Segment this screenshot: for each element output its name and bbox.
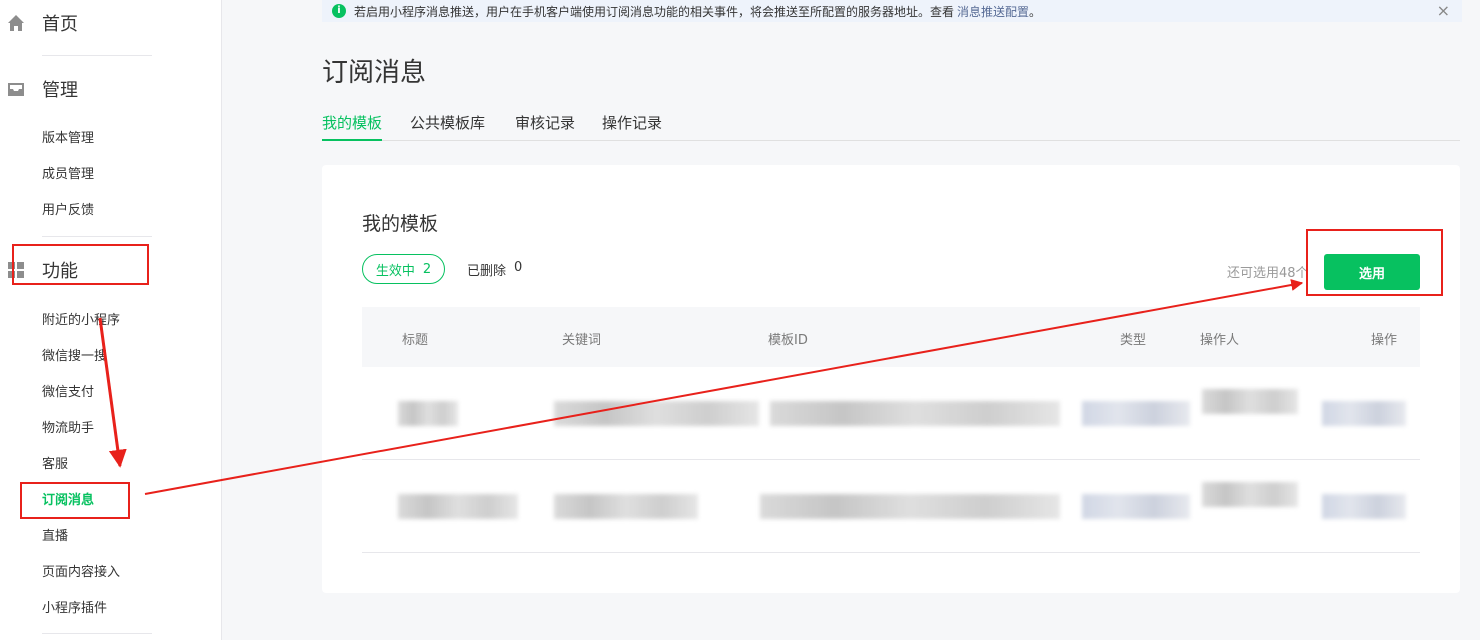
redacted-cell bbox=[1202, 389, 1298, 414]
sidebar-item-logistics[interactable]: 物流助手 bbox=[42, 419, 94, 439]
redacted-cell bbox=[554, 401, 759, 426]
filter-active-count: 2 bbox=[422, 261, 432, 277]
grid-icon bbox=[8, 262, 24, 278]
filter-deleted-label: 已删除 bbox=[467, 264, 507, 279]
divider bbox=[42, 55, 152, 56]
page-title: 订阅消息 bbox=[322, 58, 427, 88]
filter-active-label: 生效中 bbox=[375, 263, 415, 279]
table-row bbox=[362, 367, 1420, 460]
sidebar-item-nearby[interactable]: 附近的小程序 bbox=[42, 311, 120, 331]
sidebar-item-service[interactable]: 客服 bbox=[42, 455, 68, 475]
nav-manage[interactable]: 管理 bbox=[0, 67, 222, 111]
sidebar-item-feedback[interactable]: 用户反馈 bbox=[42, 201, 94, 221]
sidebar-item-content[interactable]: 页面内容接入 bbox=[42, 563, 120, 583]
tab-public-library[interactable]: 公共模板库 bbox=[410, 112, 485, 141]
sidebar: 首页 管理 版本管理 成员管理 用户反馈 功能 附近的小程序 微信搜一搜 微信支… bbox=[0, 0, 222, 640]
sidebar-item-members[interactable]: 成员管理 bbox=[42, 165, 94, 185]
sidebar-item-version[interactable]: 版本管理 bbox=[42, 129, 94, 149]
tab-my-templates[interactable]: 我的模板 bbox=[322, 112, 383, 141]
redacted-cell bbox=[554, 494, 698, 519]
col-operator: 操作人 bbox=[1200, 333, 1240, 348]
nav-manage-label: 管理 bbox=[42, 80, 78, 101]
sidebar-item-subscribe[interactable]: 订阅消息 bbox=[42, 491, 94, 511]
col-keywords: 关键词 bbox=[562, 333, 602, 348]
filter-deleted[interactable]: 已删除 0 bbox=[467, 260, 522, 279]
table-header: 标题 关键词 模板ID 类型 操作人 操作 bbox=[362, 307, 1420, 367]
notice-bar: i 若启用小程序消息推送，用户在手机客户端使用订阅消息功能的相关事件，将会推送至… bbox=[322, 0, 1462, 22]
card-title: 我的模板 bbox=[362, 213, 439, 235]
inbox-icon bbox=[8, 83, 24, 96]
sidebar-item-live[interactable]: 直播 bbox=[42, 527, 68, 547]
select-template-button[interactable]: 选用 bbox=[1324, 254, 1420, 290]
redacted-cell bbox=[760, 494, 1060, 519]
remaining-count: 还可选用48个 bbox=[1227, 266, 1309, 281]
divider bbox=[42, 236, 152, 237]
notice-suffix: 。 bbox=[1029, 4, 1042, 19]
redacted-cell bbox=[398, 401, 458, 426]
tab-review-records[interactable]: 审核记录 bbox=[515, 112, 575, 141]
tab-bar: 我的模板 公共模板库 审核记录 操作记录 bbox=[322, 112, 1460, 141]
table-row bbox=[362, 460, 1420, 553]
nav-home-label: 首页 bbox=[42, 14, 78, 35]
notice-link[interactable]: 消息推送配置 bbox=[957, 3, 1029, 20]
col-title: 标题 bbox=[402, 333, 429, 348]
nav-home[interactable]: 首页 bbox=[0, 1, 222, 45]
sidebar-item-pay[interactable]: 微信支付 bbox=[42, 383, 94, 403]
col-template-id: 模板ID bbox=[768, 333, 808, 348]
templates-card: 我的模板 生效中 2 已删除 0 还可选用48个 选用 标题 关键词 模板ID … bbox=[322, 165, 1460, 593]
info-icon: i bbox=[332, 4, 346, 18]
tab-operation-records[interactable]: 操作记录 bbox=[602, 112, 662, 141]
home-icon bbox=[8, 15, 24, 31]
nav-features-label: 功能 bbox=[42, 261, 78, 282]
redacted-cell bbox=[1082, 494, 1190, 519]
filter-deleted-count: 0 bbox=[514, 260, 523, 275]
redacted-cell bbox=[1082, 401, 1190, 426]
redacted-cell bbox=[398, 494, 518, 519]
divider bbox=[42, 633, 152, 634]
col-actions: 操作 bbox=[1371, 333, 1398, 348]
notice-text: 若启用小程序消息推送，用户在手机客户端使用订阅消息功能的相关事件，将会推送至所配… bbox=[354, 4, 955, 19]
sidebar-item-search[interactable]: 微信搜一搜 bbox=[42, 347, 107, 367]
filter-active[interactable]: 生效中 2 bbox=[362, 254, 445, 284]
nav-features[interactable]: 功能 bbox=[0, 248, 222, 292]
redacted-cell bbox=[1322, 401, 1406, 426]
col-type: 类型 bbox=[1120, 333, 1147, 348]
redacted-cell bbox=[1322, 494, 1406, 519]
redacted-cell bbox=[770, 401, 1060, 426]
close-icon[interactable]: × bbox=[1437, 1, 1450, 20]
redacted-cell bbox=[1202, 482, 1298, 507]
sidebar-item-plugins[interactable]: 小程序插件 bbox=[42, 599, 107, 619]
